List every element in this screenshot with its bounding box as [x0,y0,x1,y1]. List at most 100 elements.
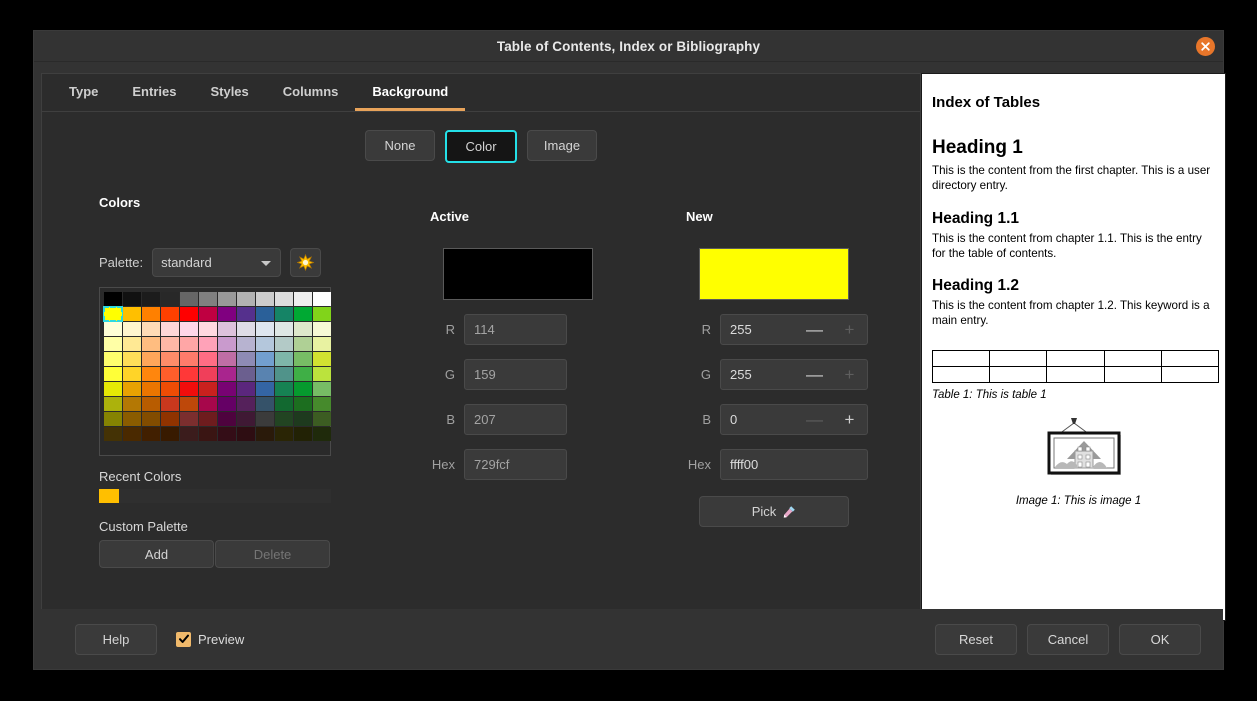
color-swatch[interactable] [180,382,198,396]
color-swatch[interactable] [104,382,122,396]
color-swatch[interactable] [161,337,179,351]
color-swatch[interactable] [104,352,122,366]
color-swatch[interactable] [294,292,312,306]
color-swatch[interactable] [142,337,160,351]
color-swatch[interactable] [161,322,179,336]
new-r-minus-button[interactable]: — [797,315,832,344]
help-button[interactable]: Help [75,624,157,655]
color-swatch[interactable] [237,337,255,351]
color-swatch[interactable] [294,352,312,366]
color-swatch[interactable] [123,292,141,306]
color-swatch[interactable] [161,307,179,321]
color-swatch[interactable] [237,352,255,366]
color-swatch[interactable] [275,292,293,306]
color-palette-grid[interactable] [104,292,326,441]
color-swatch[interactable] [104,367,122,381]
color-swatch[interactable] [218,352,236,366]
color-swatch[interactable] [313,352,331,366]
color-swatch[interactable] [256,397,274,411]
color-swatch[interactable] [313,397,331,411]
color-swatch[interactable] [313,382,331,396]
new-r-field[interactable]: 255 — + [720,314,868,345]
color-swatch[interactable] [218,322,236,336]
color-swatch[interactable] [275,382,293,396]
color-swatch[interactable] [142,322,160,336]
color-swatch[interactable] [123,367,141,381]
color-swatch[interactable] [256,352,274,366]
recent-color-swatch[interactable] [99,489,119,503]
color-swatch[interactable] [313,292,331,306]
new-hex-field[interactable]: ffff00 [720,449,868,480]
color-swatch[interactable] [123,412,141,426]
color-swatch[interactable] [218,307,236,321]
tab-entries[interactable]: Entries [115,74,193,111]
color-swatch[interactable] [218,397,236,411]
color-swatch[interactable] [199,427,217,441]
color-swatch[interactable] [256,322,274,336]
color-swatch[interactable] [123,397,141,411]
color-swatch[interactable] [256,307,274,321]
color-swatch[interactable] [237,307,255,321]
color-swatch[interactable] [256,367,274,381]
color-swatch[interactable] [313,307,331,321]
color-swatch[interactable] [104,307,122,321]
color-swatch[interactable] [142,292,160,306]
cancel-button[interactable]: Cancel [1027,624,1109,655]
new-b-plus-button[interactable]: + [832,405,867,434]
color-swatch[interactable] [104,322,122,336]
color-swatch[interactable] [199,412,217,426]
color-swatch[interactable] [199,322,217,336]
color-swatch[interactable] [199,367,217,381]
preview-checkbox[interactable]: Preview [176,632,244,647]
color-swatch[interactable] [237,322,255,336]
color-swatch[interactable] [142,427,160,441]
color-swatch[interactable] [199,382,217,396]
new-b-field[interactable]: 0 — + [720,404,868,435]
color-swatch[interactable] [142,367,160,381]
color-swatch[interactable] [237,367,255,381]
color-swatch[interactable] [275,322,293,336]
color-swatch[interactable] [180,322,198,336]
color-swatch[interactable] [218,412,236,426]
color-swatch[interactable] [275,367,293,381]
color-swatch[interactable] [275,352,293,366]
color-swatch[interactable] [104,292,122,306]
mode-color-button[interactable]: Color [445,130,517,163]
color-swatch[interactable] [104,397,122,411]
color-swatch[interactable] [180,412,198,426]
color-swatch[interactable] [123,352,141,366]
color-swatch[interactable] [218,382,236,396]
color-swatch[interactable] [294,427,312,441]
color-swatch[interactable] [161,382,179,396]
color-swatch[interactable] [275,412,293,426]
color-swatch[interactable] [142,307,160,321]
color-swatch[interactable] [123,382,141,396]
color-swatch[interactable] [142,382,160,396]
color-swatch[interactable] [161,367,179,381]
pick-color-button[interactable]: Pick [699,496,849,527]
color-swatch[interactable] [275,307,293,321]
color-swatch[interactable] [256,382,274,396]
color-swatch[interactable] [294,412,312,426]
color-swatch[interactable] [294,337,312,351]
color-swatch[interactable] [294,397,312,411]
color-swatch[interactable] [313,367,331,381]
color-swatch[interactable] [313,322,331,336]
color-swatch[interactable] [180,352,198,366]
mode-none-button[interactable]: None [365,130,435,161]
color-swatch[interactable] [275,337,293,351]
color-swatch[interactable] [218,367,236,381]
color-swatch[interactable] [294,367,312,381]
color-swatch[interactable] [199,307,217,321]
tab-columns[interactable]: Columns [266,74,356,111]
color-swatch[interactable] [180,307,198,321]
color-swatch[interactable] [218,337,236,351]
color-swatch[interactable] [275,427,293,441]
color-swatch[interactable] [237,427,255,441]
color-swatch[interactable] [237,382,255,396]
color-swatch[interactable] [294,307,312,321]
color-swatch[interactable] [180,397,198,411]
color-swatch[interactable] [199,337,217,351]
close-icon[interactable] [1196,37,1215,56]
color-swatch[interactable] [294,382,312,396]
